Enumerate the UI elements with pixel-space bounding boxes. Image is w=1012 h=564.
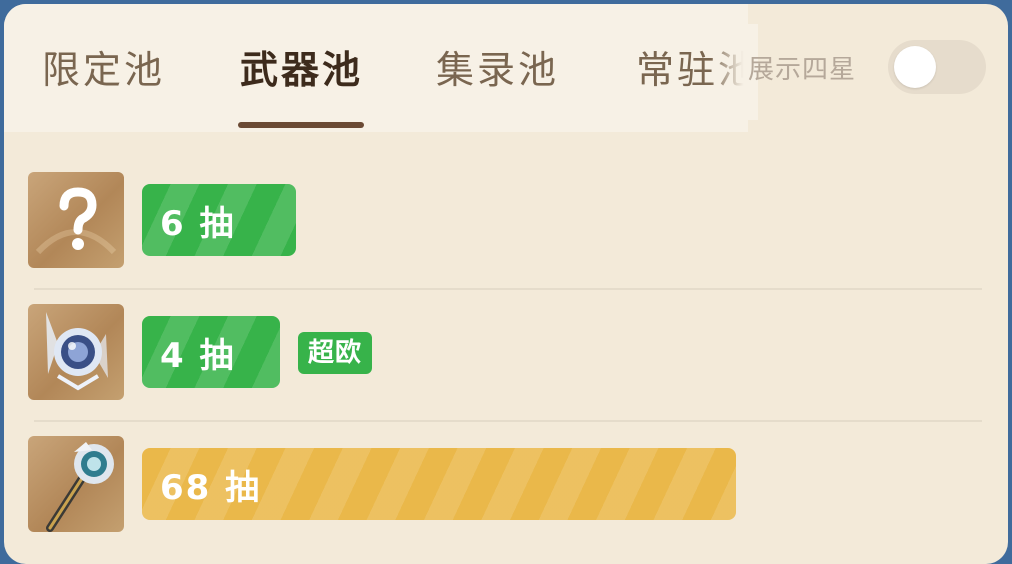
record-row[interactable]: 68 抽 <box>4 436 1008 564</box>
pull-count-bar[interactable]: 68 抽 <box>142 448 736 520</box>
tab-weapon-pool[interactable]: 武器池 <box>240 44 363 96</box>
item-thumbnail <box>28 436 124 532</box>
gacha-history-panel: 限定池 武器池 集录池 常驻池 展示四星 6 抽 4 抽 超欧 68 抽 <box>4 4 1008 564</box>
row-divider <box>34 420 982 422</box>
item-thumbnail <box>28 172 124 268</box>
active-tab-underline <box>238 122 364 128</box>
tab-limited-pool[interactable]: 限定池 <box>42 44 165 96</box>
row-divider <box>34 288 982 290</box>
show-four-star-toggle[interactable] <box>888 40 986 94</box>
weapon-catalyst-icon <box>46 312 108 391</box>
tab-chronicled-pool[interactable]: 集录池 <box>436 44 559 96</box>
record-row[interactable]: 4 抽 超欧 <box>4 304 1008 436</box>
weapon-polearm-icon <box>46 442 114 532</box>
pull-count-bar[interactable]: 6 抽 <box>142 184 296 256</box>
pull-count-text: 6 抽 <box>160 203 236 244</box>
record-row[interactable]: 6 抽 <box>4 172 1008 304</box>
toggle-knob <box>894 46 936 88</box>
item-thumbnail <box>28 304 124 400</box>
tab-bar: 限定池 武器池 集录池 常驻池 <box>4 4 758 132</box>
pull-count-text: 4 抽 <box>160 335 236 376</box>
pull-count-bar[interactable]: 4 抽 <box>142 316 280 388</box>
show-four-star-label: 展示四星 <box>748 55 857 85</box>
lucky-badge: 超欧 <box>298 332 373 374</box>
question-mark-icon <box>35 187 117 255</box>
pull-count-text: 68 抽 <box>160 467 262 508</box>
